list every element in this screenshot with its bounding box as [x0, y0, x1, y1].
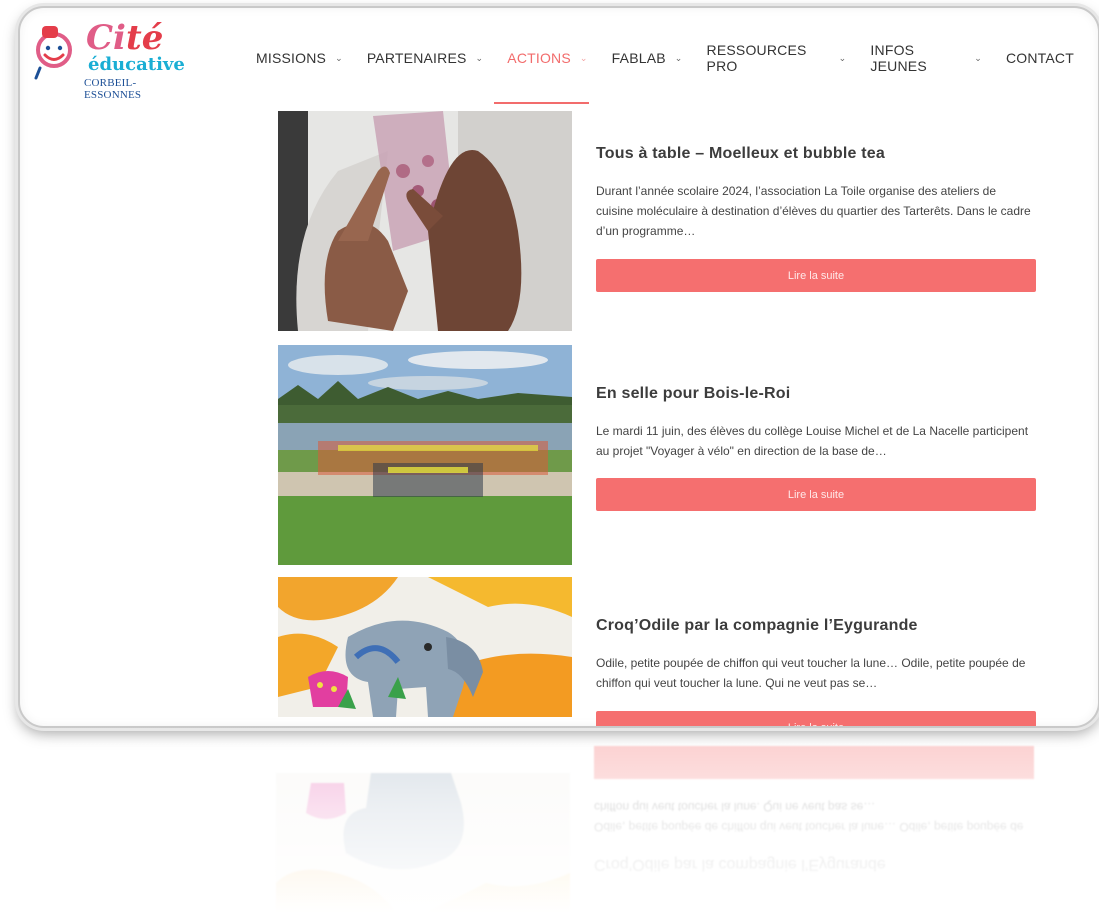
- main-navigation: MISSIONS ⌄ PARTENAIRES ⌄ ACTIONS ⌄ FABLA…: [256, 38, 1098, 78]
- nav-item-infos-jeunes[interactable]: INFOS JEUNES ⌄: [870, 38, 982, 78]
- chevron-down-icon: ⌄: [674, 52, 683, 63]
- nav-label: MISSIONS: [256, 50, 327, 66]
- nav-label: RESSOURCES PRO: [706, 42, 807, 74]
- elephant-painting-image: [278, 577, 572, 717]
- chevron-down-icon: ⌄: [335, 52, 343, 63]
- nav-label: FABLAB: [611, 50, 666, 66]
- nav-label: ACTIONS: [507, 50, 571, 66]
- reflection-fade: [18, 726, 1096, 913]
- read-more-button[interactable]: Lire la suite: [596, 478, 1036, 511]
- nav-item-missions[interactable]: MISSIONS ⌄: [256, 38, 343, 78]
- nav-item-ressources-pro[interactable]: RESSOURCES PRO ⌄: [707, 38, 847, 78]
- site-logo[interactable]: Cité éducative CORBEIL-ESSONNES: [34, 18, 185, 102]
- nav-label: PARTENAIRES: [366, 50, 467, 66]
- nav-label: INFOS JEUNES: [870, 42, 927, 74]
- page-reflection: Croq’Odile par la compagnie l’Eygurande …: [18, 726, 1096, 913]
- post-thumbnail-croq-odile[interactable]: [278, 577, 572, 717]
- chevron-down-icon: ⌄: [475, 52, 484, 63]
- post-title[interactable]: Tous à table – Moelleux et bubble tea: [596, 145, 885, 163]
- cycling-group-photo: [278, 345, 572, 565]
- post-title[interactable]: En selle pour Bois-le-Roi: [596, 385, 790, 403]
- nav-item-partenaires[interactable]: PARTENAIRES ⌄: [367, 38, 483, 78]
- post-card: En selle pour Bois-le-Roi Le mardi 11 ju…: [278, 345, 1038, 567]
- read-more-button[interactable]: Lire la suite: [596, 259, 1036, 292]
- chevron-down-icon: ⌄: [838, 52, 847, 63]
- post-card: Tous à table – Moelleux et bubble tea Du…: [278, 111, 1038, 333]
- nav-item-actions[interactable]: ACTIONS ⌄: [507, 38, 587, 78]
- post-excerpt: Durant l’année scolaire 2024, l’associat…: [596, 184, 1031, 238]
- nav-item-fablab[interactable]: FABLAB ⌄: [612, 38, 683, 78]
- nav-label: CONTACT: [1005, 50, 1074, 66]
- chevron-down-icon: ⌄: [579, 52, 588, 63]
- post-thumbnail-bubble-tea[interactable]: [278, 111, 572, 331]
- logo-cite-part2: té: [125, 18, 164, 58]
- smiley-face-icon: [34, 26, 72, 80]
- chevron-down-icon: ⌄: [974, 52, 982, 63]
- post-card: Croq’Odile par la compagnie l’Eygurande …: [278, 577, 1038, 726]
- post-excerpt: Odile, petite poupée de chiffon qui veut…: [596, 656, 1026, 690]
- logo-cite-part1: Ci: [86, 18, 126, 58]
- logo-subtitle: éducative: [88, 54, 185, 75]
- logo-city: CORBEIL-ESSONNES: [84, 77, 142, 101]
- bubble-tea-photo: [278, 111, 572, 331]
- browser-frame: Cité éducative CORBEIL-ESSONNES MISSIONS…: [18, 6, 1099, 728]
- nav-item-contact[interactable]: CONTACT: [1006, 38, 1074, 78]
- post-thumbnail-bois-le-roi[interactable]: [278, 345, 572, 565]
- post-title[interactable]: Croq’Odile par la compagnie l’Eygurande: [596, 617, 918, 635]
- active-nav-indicator: [494, 102, 589, 104]
- post-excerpt: Le mardi 11 juin, des élèves du collège …: [596, 424, 1029, 458]
- logo-cite-text: Cité: [86, 20, 163, 56]
